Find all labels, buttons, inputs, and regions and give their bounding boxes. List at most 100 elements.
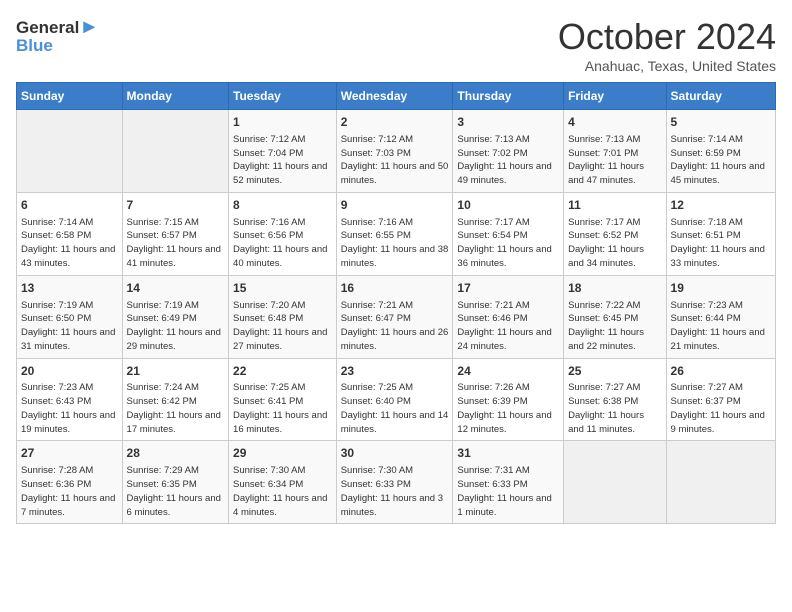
day-number: 13	[21, 280, 118, 297]
day-info: Sunrise: 7:12 AMSunset: 7:03 PMDaylight:…	[341, 133, 449, 188]
calendar-cell	[17, 110, 123, 193]
calendar-cell: 12 Sunrise: 7:18 AMSunset: 6:51 PMDayligh…	[666, 192, 775, 275]
day-number: 7	[127, 197, 225, 214]
day-info: Sunrise: 7:27 AMSunset: 6:38 PMDaylight:…	[568, 381, 661, 436]
calendar-cell	[564, 441, 666, 524]
calendar-header-row: SundayMondayTuesdayWednesdayThursdayFrid…	[17, 83, 776, 110]
calendar-week-row: 20Sunrise: 7:23 AMSunset: 6:43 PMDayligh…	[17, 358, 776, 441]
logo-bird-icon: ►	[79, 16, 99, 38]
calendar-cell: 29Sunrise: 7:30 AMSunset: 6:34 PMDayligh…	[229, 441, 337, 524]
day-info: Sunrise: 7:25 AMSunset: 6:41 PMDaylight:…	[233, 381, 332, 436]
day-info: Sunrise: 7:20 AMSunset: 6:48 PMDaylight:…	[233, 299, 332, 354]
calendar-cell: 9 Sunrise: 7:16 AMSunset: 6:55 PMDaylight…	[336, 192, 453, 275]
logo: General► Blue	[16, 16, 99, 56]
day-number: 4	[568, 114, 661, 131]
day-info: Sunrise: 7:21 AMSunset: 6:46 PMDaylight:…	[457, 299, 559, 354]
day-info: Sunrise: 7:16 AMSunset: 6:55 PMDaylight:…	[341, 216, 449, 271]
logo-general: General	[16, 18, 79, 37]
calendar-cell: 21Sunrise: 7:24 AMSunset: 6:42 PMDayligh…	[122, 358, 229, 441]
calendar-cell: 1 Sunrise: 7:12 AMSunset: 7:04 PMDaylight…	[229, 110, 337, 193]
calendar-cell: 2Sunrise: 7:12 AMSunset: 7:03 PMDaylight…	[336, 110, 453, 193]
calendar-cell: 22Sunrise: 7:25 AMSunset: 6:41 PMDayligh…	[229, 358, 337, 441]
day-number: 1	[233, 114, 332, 131]
calendar-cell: 28 Sunrise: 7:29 AMSunset: 6:35 PMDayligh…	[122, 441, 229, 524]
page-header: General► Blue October 2024 Anahuac, Texa…	[16, 16, 776, 74]
day-of-week-header: Tuesday	[229, 83, 337, 110]
day-number: 23	[341, 363, 449, 380]
day-number: 14	[127, 280, 225, 297]
day-info: Sunrise: 7:27 AMSunset: 6:37 PMDaylight:…	[671, 381, 771, 436]
day-info: Sunrise: 7:28 AMSunset: 6:36 PMDaylight:…	[21, 464, 118, 519]
day-info: Sunrise: 7:16 AMSunset: 6:56 PMDaylight:…	[233, 216, 332, 271]
day-number: 17	[457, 280, 559, 297]
day-of-week-header: Saturday	[666, 83, 775, 110]
day-number: 27	[21, 445, 118, 462]
calendar-cell: 5 Sunrise: 7:14 AMSunset: 6:59 PMDaylight…	[666, 110, 775, 193]
calendar-cell: 3Sunrise: 7:13 AMSunset: 7:02 PMDaylight…	[453, 110, 564, 193]
calendar-week-row: 1 Sunrise: 7:12 AMSunset: 7:04 PMDaylight…	[17, 110, 776, 193]
calendar-cell	[122, 110, 229, 193]
day-number: 26	[671, 363, 771, 380]
calendar-cell: 23Sunrise: 7:25 AMSunset: 6:40 PMDayligh…	[336, 358, 453, 441]
calendar-cell: 11 Sunrise: 7:17 AMSunset: 6:52 PMDayligh…	[564, 192, 666, 275]
day-info: Sunrise: 7:23 AMSunset: 6:43 PMDaylight:…	[21, 381, 118, 436]
day-info: Sunrise: 7:17 AMSunset: 6:52 PMDaylight:…	[568, 216, 661, 271]
title-area: October 2024 Anahuac, Texas, United Stat…	[558, 16, 776, 74]
calendar-cell: 6Sunrise: 7:14 AMSunset: 6:58 PMDaylight…	[17, 192, 123, 275]
day-number: 15	[233, 280, 332, 297]
day-info: Sunrise: 7:13 AMSunset: 7:02 PMDaylight:…	[457, 133, 559, 188]
calendar-cell: 8Sunrise: 7:16 AMSunset: 6:56 PMDaylight…	[229, 192, 337, 275]
day-number: 24	[457, 363, 559, 380]
calendar-cell: 14Sunrise: 7:19 AMSunset: 6:49 PMDayligh…	[122, 275, 229, 358]
day-info: Sunrise: 7:25 AMSunset: 6:40 PMDaylight:…	[341, 381, 449, 436]
day-of-week-header: Monday	[122, 83, 229, 110]
calendar-cell	[666, 441, 775, 524]
calendar-cell: 18 Sunrise: 7:22 AMSunset: 6:45 PMDayligh…	[564, 275, 666, 358]
day-number: 21	[127, 363, 225, 380]
day-number: 5	[671, 114, 771, 131]
day-number: 11	[568, 197, 661, 214]
day-of-week-header: Thursday	[453, 83, 564, 110]
calendar-cell: 31 Sunrise: 7:31 AMSunset: 6:33 PMDayligh…	[453, 441, 564, 524]
day-info: Sunrise: 7:22 AMSunset: 6:45 PMDaylight:…	[568, 299, 661, 354]
calendar-cell: 7Sunrise: 7:15 AMSunset: 6:57 PMDaylight…	[122, 192, 229, 275]
day-number: 6	[21, 197, 118, 214]
day-info: Sunrise: 7:12 AMSunset: 7:04 PMDaylight:…	[233, 133, 332, 188]
day-info: Sunrise: 7:14 AMSunset: 6:59 PMDaylight:…	[671, 133, 771, 188]
location: Anahuac, Texas, United States	[558, 58, 776, 74]
day-number: 16	[341, 280, 449, 297]
day-of-week-header: Sunday	[17, 83, 123, 110]
day-number: 18	[568, 280, 661, 297]
day-info: Sunrise: 7:23 AMSunset: 6:44 PMDaylight:…	[671, 299, 771, 354]
calendar-cell: 26Sunrise: 7:27 AMSunset: 6:37 PMDayligh…	[666, 358, 775, 441]
day-info: Sunrise: 7:26 AMSunset: 6:39 PMDaylight:…	[457, 381, 559, 436]
calendar-week-row: 27 Sunrise: 7:28 AMSunset: 6:36 PMDayligh…	[17, 441, 776, 524]
day-info: Sunrise: 7:19 AMSunset: 6:50 PMDaylight:…	[21, 299, 118, 354]
day-number: 30	[341, 445, 449, 462]
calendar-cell: 16 Sunrise: 7:21 AMSunset: 6:47 PMDayligh…	[336, 275, 453, 358]
day-number: 12	[671, 197, 771, 214]
day-info: Sunrise: 7:18 AMSunset: 6:51 PMDaylight:…	[671, 216, 771, 271]
day-number: 22	[233, 363, 332, 380]
day-number: 31	[457, 445, 559, 462]
day-number: 28	[127, 445, 225, 462]
calendar-cell: 17 Sunrise: 7:21 AMSunset: 6:46 PMDayligh…	[453, 275, 564, 358]
day-of-week-header: Friday	[564, 83, 666, 110]
calendar-cell: 27 Sunrise: 7:28 AMSunset: 6:36 PMDayligh…	[17, 441, 123, 524]
day-info: Sunrise: 7:24 AMSunset: 6:42 PMDaylight:…	[127, 381, 225, 436]
day-info: Sunrise: 7:13 AMSunset: 7:01 PMDaylight:…	[568, 133, 661, 188]
day-number: 9	[341, 197, 449, 214]
day-info: Sunrise: 7:29 AMSunset: 6:35 PMDaylight:…	[127, 464, 225, 519]
calendar-cell: 10 Sunrise: 7:17 AMSunset: 6:54 PMDayligh…	[453, 192, 564, 275]
logo-blue: Blue	[16, 36, 53, 56]
calendar-cell: 13 Sunrise: 7:19 AMSunset: 6:50 PMDayligh…	[17, 275, 123, 358]
calendar-cell: 30 Sunrise: 7:30 AMSunset: 6:33 PMDayligh…	[336, 441, 453, 524]
day-info: Sunrise: 7:21 AMSunset: 6:47 PMDaylight:…	[341, 299, 449, 354]
day-info: Sunrise: 7:31 AMSunset: 6:33 PMDaylight:…	[457, 464, 559, 519]
month-title: October 2024	[558, 16, 776, 58]
day-info: Sunrise: 7:30 AMSunset: 6:33 PMDaylight:…	[341, 464, 449, 519]
day-info: Sunrise: 7:30 AMSunset: 6:34 PMDaylight:…	[233, 464, 332, 519]
day-info: Sunrise: 7:17 AMSunset: 6:54 PMDaylight:…	[457, 216, 559, 271]
day-number: 10	[457, 197, 559, 214]
calendar-table: SundayMondayTuesdayWednesdayThursdayFrid…	[16, 82, 776, 524]
